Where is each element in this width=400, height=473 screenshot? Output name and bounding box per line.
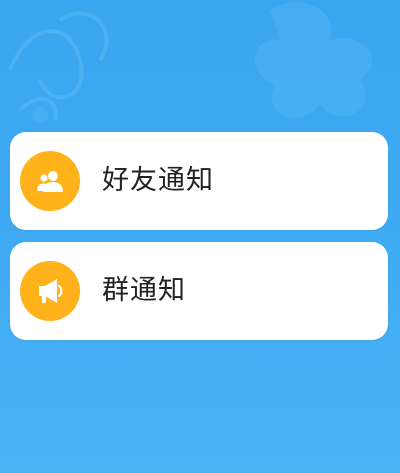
friend-notification-item[interactable]: 好友通知	[10, 132, 388, 230]
group-notification-label: 群通知	[102, 275, 186, 306]
friends-icon	[20, 151, 80, 211]
megaphone-icon	[20, 261, 80, 321]
background-decoration	[8, 1, 373, 123]
friend-notification-label: 好友通知	[102, 165, 214, 196]
group-notification-item[interactable]: 群通知	[10, 242, 388, 340]
